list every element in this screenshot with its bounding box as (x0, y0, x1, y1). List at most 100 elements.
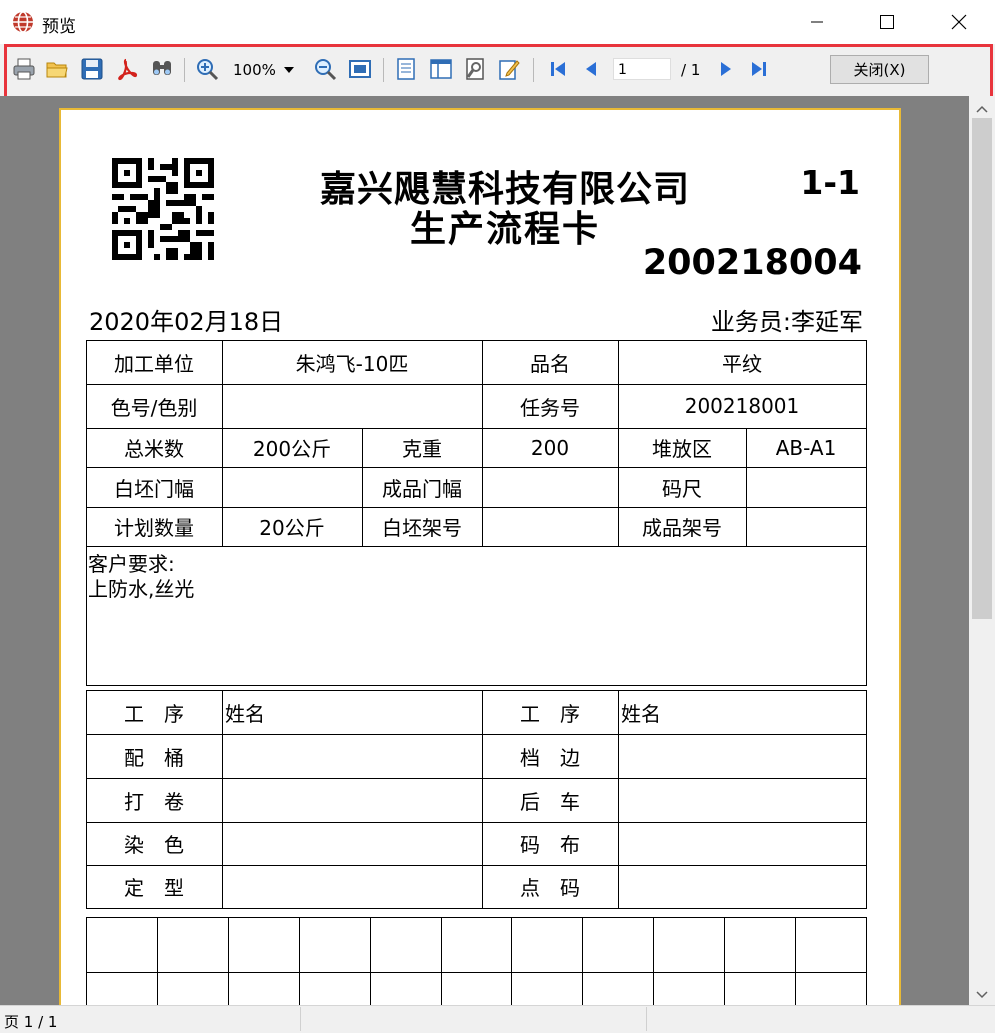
open-folder-icon (46, 62, 68, 78)
info-cell-r2-2: 任务号 (520, 395, 580, 420)
table-rule (86, 546, 867, 547)
close-preview-button[interactable]: 关闭(X) (830, 55, 929, 84)
export-pdf-button[interactable] (114, 57, 138, 81)
info-cell-r4-1 (222, 467, 362, 507)
process-step-right: 点 码 (520, 876, 580, 900)
single-page-button[interactable] (394, 57, 418, 81)
process-step-right: 后 车 (520, 789, 580, 814)
info-cell-r3-3: 200 (530, 435, 570, 460)
info-cell-r5-0: 计划数量 (114, 516, 194, 540)
info-cell-r2-3: 200218001 (684, 394, 800, 418)
salesperson: 业务员:李延军 (710, 308, 863, 336)
grid-rule (228, 917, 229, 1005)
info-cell-r5-1: 20公斤 (259, 516, 325, 540)
fit-page-icon (349, 60, 371, 78)
process-step-left: 定 型 (124, 876, 184, 900)
find-button[interactable] (150, 57, 174, 81)
grid-rule (86, 972, 867, 973)
last-page-button[interactable] (747, 57, 771, 81)
status-bar (0, 1005, 995, 1033)
window-title: 预览 (42, 17, 76, 37)
page-total-label: / 1 (681, 61, 701, 79)
info-cell-r4-4: 码尺 (662, 476, 702, 501)
save-button[interactable] (80, 57, 104, 81)
scroll-up-button[interactable] (974, 100, 990, 119)
app-globe-icon (13, 11, 33, 33)
document-date: 2020年02月18日 (89, 308, 284, 336)
scroll-down-button[interactable] (974, 986, 990, 1005)
title-bar (0, 0, 995, 44)
info-cell-r1-3: 平纹 (722, 351, 762, 376)
card-number: 200218004 (642, 243, 862, 283)
zoom-in-button[interactable] (195, 57, 219, 81)
process-step-left: 配 桶 (124, 745, 184, 770)
info-cell-r3-2: 克重 (402, 437, 442, 461)
grid-rule (441, 917, 442, 1005)
edit-button[interactable] (497, 57, 521, 81)
table-rule (86, 685, 867, 686)
grid-rule (86, 917, 867, 918)
scroll-up-icon (976, 105, 988, 113)
close-window-button[interactable] (936, 0, 982, 44)
info-cell-r1-0: 加工单位 (114, 351, 194, 376)
maximize-icon (880, 15, 894, 29)
info-cell-r4-5 (746, 467, 866, 507)
minimize-icon (811, 21, 823, 23)
scroll-down-icon (976, 991, 988, 999)
info-cell-r3-1: 200公斤 (252, 437, 332, 461)
prev-page-button[interactable] (580, 57, 604, 81)
info-cell-r5-2: 白坯架号 (382, 516, 462, 540)
info-cell-r4-3 (482, 467, 618, 507)
zoom-out-icon (315, 59, 337, 81)
info-cell-r3-5: AB-A1 (775, 435, 837, 460)
grid-rule (653, 917, 654, 1005)
grid-rule (511, 917, 512, 1005)
page-status: 页 1 / 1 (4, 1013, 58, 1031)
dropdown-arrow-icon (283, 67, 294, 73)
table-rule (866, 340, 867, 686)
first-page-button[interactable] (546, 57, 570, 81)
info-cell-r4-0: 白坯门幅 (114, 476, 194, 501)
open-button[interactable] (45, 57, 69, 81)
grid-rule (866, 917, 867, 1005)
info-cell-r5-5 (746, 507, 866, 546)
find-icon (153, 61, 171, 75)
status-divider (300, 1007, 301, 1031)
toolbar-separator (184, 58, 185, 82)
qr-code-icon (112, 158, 214, 260)
toolbar-separator (533, 58, 534, 82)
zoom-out-button[interactable] (313, 57, 337, 81)
status-divider (646, 1007, 647, 1031)
zoom-in-icon (197, 59, 219, 81)
toolbar-separator (383, 58, 384, 82)
fit-page-button[interactable] (348, 57, 372, 81)
maximize-button[interactable] (864, 0, 910, 44)
print-button[interactable] (12, 57, 36, 81)
process-step-right: 码 布 (520, 833, 580, 857)
process-header-name: 姓名 (621, 701, 661, 726)
info-cell-r1-2: 品名 (530, 351, 570, 376)
next-page-icon (721, 62, 731, 76)
zoom-select[interactable]: 100% (233, 58, 303, 82)
grid-rule (370, 917, 371, 1005)
minimize-button[interactable] (794, 0, 840, 44)
two-page-button[interactable] (429, 57, 453, 81)
process-header-step: 工 序 (124, 701, 184, 726)
next-page-button[interactable] (713, 57, 737, 81)
first-page-icon (551, 62, 565, 76)
process-step-right: 档 边 (520, 745, 580, 770)
info-cell-r3-4: 堆放区 (652, 437, 712, 461)
prev-page-icon (586, 62, 596, 76)
grid-rule (724, 917, 725, 1005)
info-cell-r2-1 (222, 384, 482, 428)
grid-rule (582, 917, 583, 1005)
page-setup-button[interactable] (463, 57, 487, 81)
page-setup-icon (466, 58, 484, 80)
grid-rule (157, 917, 158, 1005)
page-number-input[interactable]: 1 (613, 58, 671, 80)
info-cell-r2-0: 色号/色别 (110, 395, 198, 420)
requirements-value: 上防水,丝光 (88, 577, 195, 601)
grid-rule (86, 917, 87, 1005)
scrollbar-thumb[interactable] (972, 118, 992, 619)
close-icon (951, 14, 967, 30)
